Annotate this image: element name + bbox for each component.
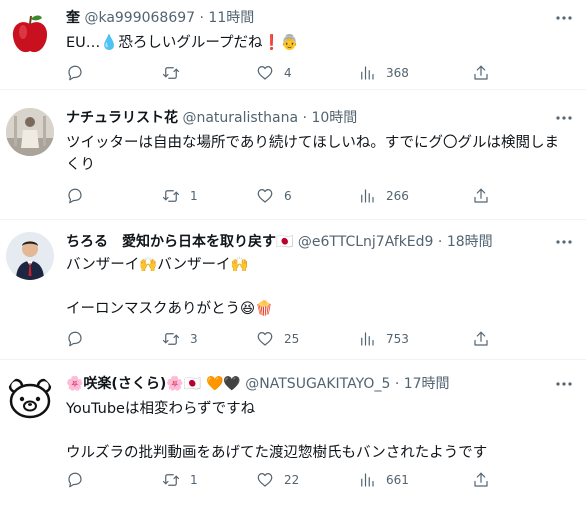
more-icon (556, 240, 572, 244)
like-button[interactable]: 22 (256, 470, 299, 490)
tweet-actions: 3 25 753 (66, 329, 506, 349)
view-count: 661 (386, 473, 409, 487)
heart-icon (257, 332, 273, 346)
share-icon (474, 331, 488, 346)
avatar[interactable] (6, 108, 54, 156)
view-count: 368 (386, 66, 409, 80)
tweet[interactable]: 奎 @ka999068697 · 11時間 EU…💧恐ろしいグループだね❗👵 4… (0, 0, 586, 90)
more-options-button[interactable] (554, 374, 574, 394)
like-count: 22 (284, 473, 300, 487)
like-button[interactable]: 4 (256, 63, 292, 83)
avatar[interactable] (6, 10, 54, 58)
separator-dot: · (302, 110, 307, 126)
views-icon (361, 332, 374, 346)
display-name[interactable]: 🌸咲楽(さくら)🌸🇯🇵 🧡🖤 (66, 376, 241, 392)
user-handle[interactable]: @e6TTCLnj7AfkEd9 (298, 234, 434, 250)
like-count: 6 (284, 189, 292, 203)
view-count: 266 (386, 189, 409, 203)
tweet-text: YouTubeは相変わらずですね ウルズラの批判動画をあげてた渡辺惣樹氏もバンさ… (66, 401, 488, 461)
heart-icon (257, 473, 273, 487)
views-icon (361, 66, 374, 80)
user-handle[interactable]: @NATSUGAKITAYO_5 (245, 376, 390, 392)
display-name[interactable]: 奎 (66, 10, 80, 26)
separator-dot: · (199, 10, 204, 26)
apple-avatar-image (12, 15, 48, 53)
retweet-icon (162, 474, 180, 486)
person-photo-avatar-image (6, 108, 54, 156)
more-options-button[interactable] (554, 232, 574, 252)
timestamp[interactable]: 10時間 (311, 110, 357, 126)
heart-icon (257, 66, 273, 80)
retweet-count: 1 (190, 473, 198, 487)
more-options-button[interactable] (554, 8, 574, 28)
like-count: 25 (284, 332, 300, 346)
more-icon (556, 116, 572, 120)
avatar[interactable] (6, 374, 54, 422)
tweet-actions: 1 22 661 (66, 470, 506, 490)
person-suit-avatar-image (6, 232, 54, 280)
share-button[interactable] (472, 329, 490, 349)
retweet-count: 3 (190, 332, 198, 346)
separator-dot: · (394, 376, 400, 392)
tweet-actions: 1 6 266 (66, 186, 506, 206)
like-count: 4 (284, 66, 292, 80)
retweet-icon (162, 190, 180, 202)
views-button[interactable]: 753 (358, 329, 409, 349)
views-button[interactable]: 266 (358, 186, 409, 206)
reply-icon (68, 472, 82, 488)
reply-icon (68, 188, 82, 204)
views-button[interactable]: 661 (358, 470, 409, 490)
reply-button[interactable] (66, 470, 94, 490)
views-icon (361, 189, 374, 203)
more-options-button[interactable] (554, 108, 574, 128)
reply-button[interactable] (66, 329, 94, 349)
views-button[interactable]: 368 (358, 63, 409, 83)
bear-avatar-image (8, 378, 52, 419)
timestamp[interactable]: 18時間 (447, 234, 493, 250)
tweet[interactable]: ナチュラリスト花 @naturalisthana · 10時間 ツイッターは自由… (0, 90, 586, 220)
views-icon (361, 473, 374, 487)
retweet-button[interactable] (162, 63, 190, 83)
share-icon (474, 188, 488, 203)
tweet[interactable]: 🌸咲楽(さくら)🌸🇯🇵 🧡🖤 @NATSUGAKITAYO_5 · 17時間 Y… (0, 360, 586, 508)
tweet-actions: 4 368 (66, 63, 506, 83)
retweet-button[interactable]: 3 (162, 329, 198, 349)
reply-icon (68, 331, 82, 347)
tweet-text: バンザーイ🙌バンザーイ🙌 イーロンマスクありがとう😆🍿 (66, 257, 274, 317)
like-button[interactable]: 25 (256, 329, 299, 349)
more-icon (556, 16, 572, 20)
retweet-count: 1 (190, 189, 198, 203)
share-icon (474, 65, 488, 80)
retweet-button[interactable]: 1 (162, 470, 198, 490)
timestamp[interactable]: 17時間 (404, 376, 450, 392)
share-button[interactable] (472, 186, 490, 206)
reply-button[interactable] (66, 186, 94, 206)
reply-icon (68, 65, 82, 81)
separator-dot: · (437, 234, 443, 250)
reply-button[interactable] (66, 63, 94, 83)
share-button[interactable] (472, 63, 490, 83)
tweet-text: ツイッターは自由な場所であり続けてほしいね。すでにグ〇グルは検閲しまくり (66, 135, 559, 173)
view-count: 753 (386, 332, 409, 346)
heart-icon (257, 189, 273, 203)
retweet-icon (162, 333, 180, 345)
tweet[interactable]: ちろる 愛知から日本を取り戻す🇯🇵 @e6TTCLnj7AfkEd9 · 18時… (0, 220, 586, 360)
retweet-button[interactable]: 1 (162, 186, 198, 206)
share-button[interactable] (472, 470, 490, 490)
display-name[interactable]: ちろる 愛知から日本を取り戻す🇯🇵 (66, 234, 293, 250)
timestamp[interactable]: 11時間 (208, 10, 254, 26)
display-name[interactable]: ナチュラリスト花 (66, 110, 178, 126)
share-icon (474, 472, 488, 487)
avatar[interactable] (6, 232, 54, 280)
user-handle[interactable]: @ka999068697 (84, 10, 195, 26)
user-handle[interactable]: @naturalisthana (182, 110, 298, 126)
retweet-icon (162, 67, 180, 79)
tweet-text: EU…💧恐ろしいグループだね❗👵 (66, 35, 299, 51)
like-button[interactable]: 6 (256, 186, 292, 206)
more-icon (556, 382, 572, 386)
